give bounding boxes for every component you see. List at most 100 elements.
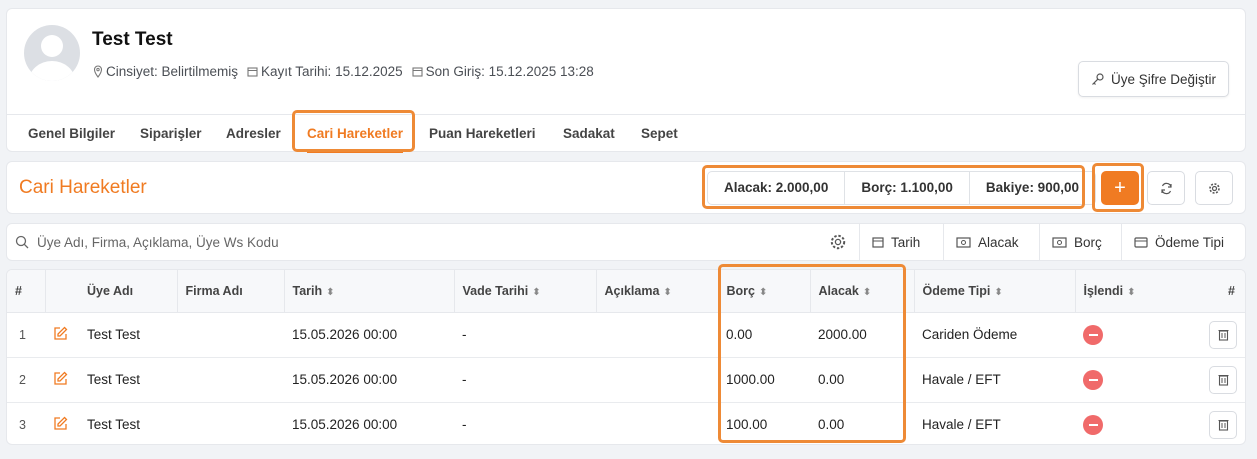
cell-uye-adi: Test Test bbox=[87, 417, 141, 433]
edit-button[interactable] bbox=[45, 402, 79, 444]
th-tarih[interactable]: Tarih ⬍ bbox=[284, 270, 455, 313]
filter-borc-button[interactable]: Borç bbox=[1039, 224, 1114, 260]
sort-icon: ⬍ bbox=[758, 286, 768, 298]
add-button[interactable]: + bbox=[1101, 171, 1139, 205]
edit-icon bbox=[54, 326, 68, 340]
cell-uye-adi: Test Test bbox=[79, 357, 177, 403]
gear-icon bbox=[830, 234, 846, 250]
cell-islendi bbox=[1075, 402, 1182, 444]
delete-button[interactable] bbox=[1209, 365, 1237, 394]
trash-icon bbox=[1218, 329, 1228, 341]
th-alacak[interactable]: Alacak ⬍ bbox=[810, 270, 915, 313]
cell-borc: 1000.00 bbox=[718, 357, 810, 403]
summary-alacak: Alacak: 2.000,00 bbox=[708, 172, 846, 204]
search-input[interactable]: Üye Adı, Firma, Açıklama, Üye Ws Kodu bbox=[15, 224, 279, 260]
refresh-button[interactable] bbox=[1147, 171, 1185, 205]
th-vade-tarihi[interactable]: Vade Tarihi ⬍ bbox=[454, 270, 597, 313]
edit-icon bbox=[54, 371, 68, 385]
sort-icon: ⬍ bbox=[862, 286, 872, 298]
section-title: Cari Hareketler bbox=[19, 177, 147, 198]
row-number: 3 bbox=[19, 417, 26, 432]
cell-aciklama bbox=[596, 312, 718, 358]
summary-bakiye: Bakiye: 900,00 bbox=[985, 180, 1079, 195]
status-not-processed-icon[interactable] bbox=[1083, 324, 1103, 345]
tab-puan-hareketleri[interactable]: Puan Hareketleri bbox=[429, 115, 536, 153]
transactions-table-card: # Üye Adı Firma Adı Tarih ⬍ Vade Tarihi ⬍ … bbox=[6, 269, 1246, 445]
cell-alacak: 0.00 bbox=[818, 417, 845, 433]
change-password-button[interactable]: Üye Şifre Değiştir bbox=[1077, 61, 1229, 97]
cell-odeme-tipi: Cariden Ödeme bbox=[914, 312, 1075, 358]
row-number: 2 bbox=[7, 357, 45, 403]
tab-sepet[interactable]: Sepet bbox=[641, 115, 678, 153]
trash-icon bbox=[1218, 374, 1228, 386]
sort-icon: ⬍ bbox=[532, 286, 541, 298]
cell-firma-adi bbox=[177, 402, 284, 444]
last-login-text: Son Giriş: 15.12.2025 13:28 bbox=[425, 64, 594, 79]
filter-settings-button[interactable] bbox=[829, 233, 847, 254]
cell-aciklama bbox=[596, 357, 718, 403]
cell-firma-adi bbox=[177, 357, 284, 403]
calendar-icon bbox=[247, 67, 258, 77]
sort-icon: ⬍ bbox=[663, 286, 672, 298]
th-borc[interactable]: Borç ⬍ bbox=[718, 270, 811, 313]
table-header-row: # Üye Adı Firma Adı Tarih ⬍ Vade Tarihi ⬍ … bbox=[7, 270, 1245, 313]
cell-islendi bbox=[1075, 357, 1182, 403]
th-firma-adi[interactable]: Firma Adı bbox=[177, 270, 285, 313]
tab-cari-hareketler[interactable]: Cari Hareketler bbox=[307, 115, 404, 153]
sort-icon: ⬍ bbox=[326, 286, 335, 298]
key-icon bbox=[1092, 73, 1104, 85]
th-actions: # bbox=[1182, 270, 1245, 313]
location-pin-icon bbox=[93, 65, 103, 78]
tab-sadakat[interactable]: Sadakat bbox=[563, 115, 615, 153]
avatar bbox=[24, 25, 80, 81]
th-odeme-tipi[interactable]: Ödeme Tipi ⬍ bbox=[914, 270, 1076, 313]
cell-actions bbox=[1182, 357, 1245, 403]
th-islendi[interactable]: İşlendi ⬍ bbox=[1075, 270, 1182, 313]
search-placeholder: Üye Adı, Firma, Açıklama, Üye Ws Kodu bbox=[37, 234, 279, 250]
filter-borc-label: Borç bbox=[1074, 234, 1102, 250]
cell-odeme-tipi: Havale / EFT bbox=[914, 357, 1075, 403]
money-icon bbox=[1052, 236, 1067, 248]
sort-icon: ⬍ bbox=[1127, 286, 1136, 298]
section-toolbar: Cari Hareketler Alacak: 2.000,00 Borç: 1… bbox=[6, 161, 1246, 214]
table-row: 2 Test Test 15.05.2026 00:00- 1000.00 0.00 Ha… bbox=[7, 357, 1245, 403]
cell-vade-tarihi: - bbox=[454, 312, 596, 358]
delete-button[interactable] bbox=[1209, 320, 1237, 349]
status-not-processed-icon[interactable] bbox=[1083, 369, 1103, 390]
filter-tarih-button[interactable]: Tarih bbox=[859, 224, 932, 260]
th-edit bbox=[45, 270, 79, 313]
row-number: 1 bbox=[7, 312, 45, 358]
registered-text: Kayıt Tarihi: 15.12.2025 bbox=[261, 64, 403, 79]
cell-borc: 100.00 bbox=[726, 417, 768, 433]
cell-actions bbox=[1182, 402, 1245, 444]
summary-borc: Borç: 1.100,00 bbox=[845, 172, 970, 204]
edit-button[interactable] bbox=[45, 312, 79, 358]
tab-siparisler[interactable]: Siparişler bbox=[140, 115, 202, 153]
filter-odeme-tipi-label: Ödeme Tipi bbox=[1155, 234, 1225, 250]
money-icon bbox=[956, 236, 971, 248]
th-no: # bbox=[7, 270, 46, 313]
calendar-icon bbox=[872, 237, 884, 248]
wallet-icon bbox=[1134, 237, 1148, 248]
search-icon bbox=[15, 235, 29, 249]
status-not-processed-icon[interactable] bbox=[1083, 414, 1103, 435]
th-aciklama[interactable]: Açıklama ⬍ bbox=[596, 270, 719, 313]
cell-vade-tarihi: - bbox=[462, 417, 467, 433]
edit-icon bbox=[54, 416, 68, 430]
summary-box: Alacak: 2.000,00 Borç: 1.100,00 Bakiye: … bbox=[707, 171, 1096, 205]
cell-alacak: 0.00 bbox=[810, 357, 914, 403]
settings-button[interactable] bbox=[1195, 171, 1233, 205]
cell-uye-adi: Test Test bbox=[79, 312, 177, 358]
filter-odeme-tipi-button[interactable]: Ödeme Tipi bbox=[1121, 224, 1236, 260]
th-uye-adi[interactable]: Üye Adı bbox=[79, 270, 178, 313]
tab-adresler[interactable]: Adresler bbox=[226, 115, 281, 153]
delete-button[interactable] bbox=[1209, 410, 1237, 439]
table-row: 1 Test Test 15.05.2026 00:00- 0.00 2000.00 Ca… bbox=[7, 312, 1245, 358]
cell-firma-adi bbox=[177, 312, 284, 358]
filter-alacak-button[interactable]: Alacak bbox=[943, 224, 1031, 260]
edit-button[interactable] bbox=[45, 357, 79, 403]
calendar-icon bbox=[412, 67, 423, 77]
filter-bar: Üye Adı, Firma, Açıklama, Üye Ws Kodu Ta… bbox=[6, 223, 1246, 261]
tab-genel-bilgiler[interactable]: Genel Bilgiler bbox=[28, 115, 115, 153]
cell-tarih: 15.05.2026 00:00 bbox=[292, 417, 398, 433]
